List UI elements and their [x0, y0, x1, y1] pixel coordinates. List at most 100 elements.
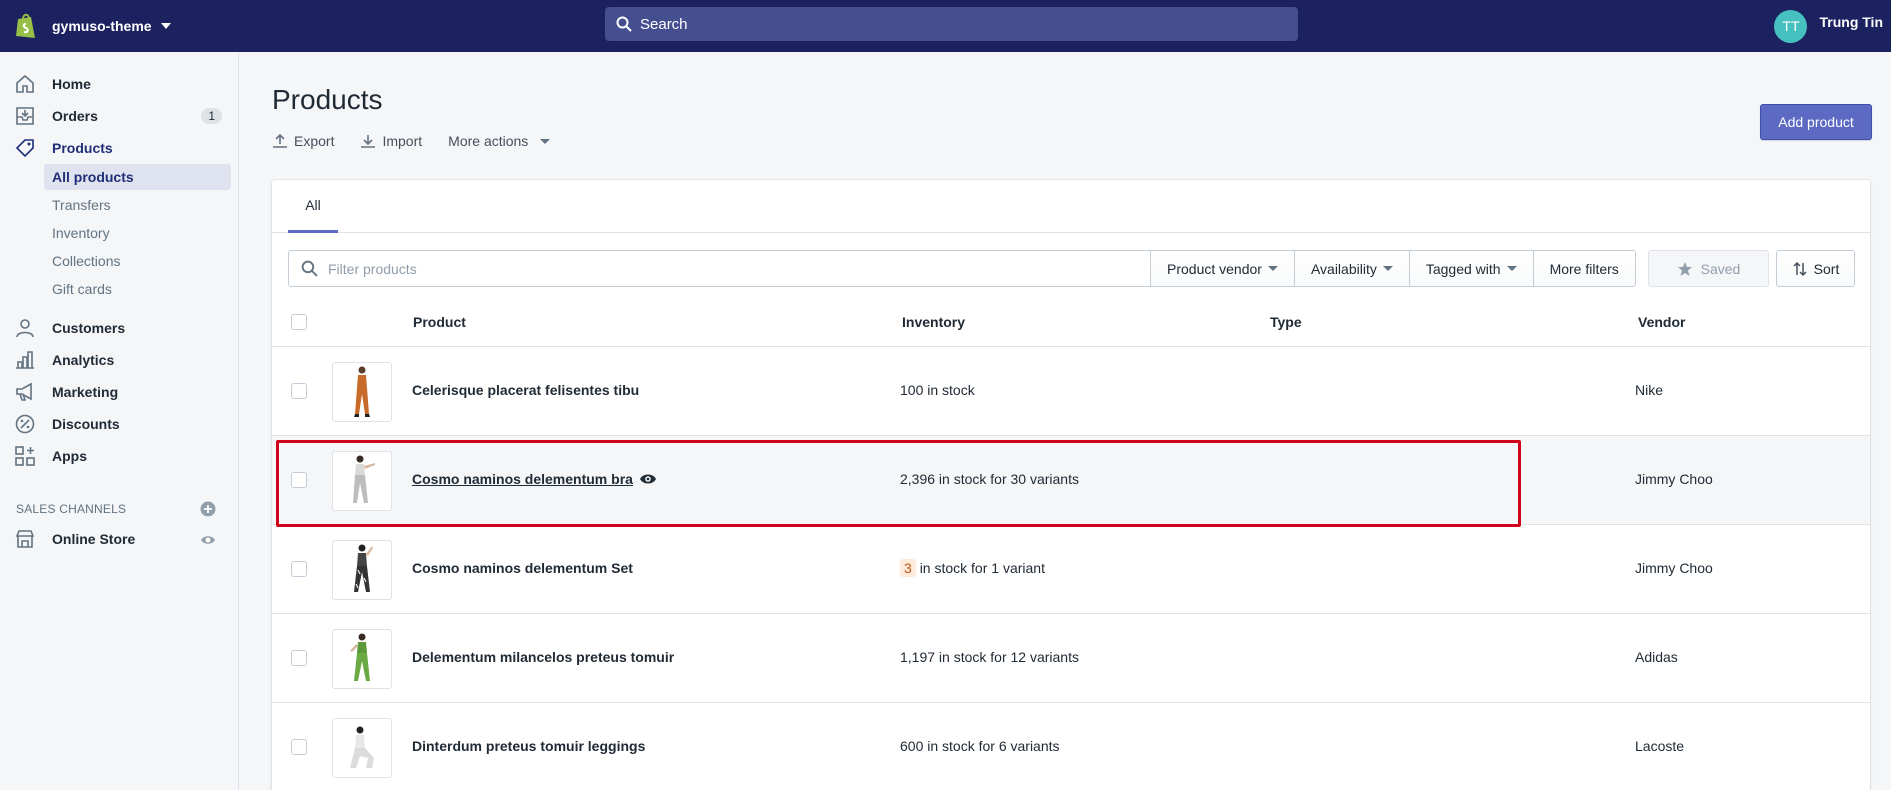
user-name: Trung Tin	[1819, 14, 1883, 30]
orders-icon	[16, 107, 34, 125]
sidebar-item-label: Home	[52, 76, 91, 92]
inventory-value: 100 in stock	[900, 382, 975, 398]
add-channel-icon[interactable]	[200, 501, 216, 517]
inventory-text: in stock for 1 variant	[919, 560, 1045, 576]
import-icon	[361, 135, 376, 148]
low-stock-badge: 3	[900, 559, 916, 577]
eye-icon[interactable]	[639, 472, 657, 486]
row-checkbox[interactable]	[291, 383, 307, 399]
tagged-with-filter[interactable]: Tagged with	[1409, 250, 1534, 287]
sidebar-item-label: Customers	[52, 320, 126, 336]
user-menu[interactable]: TT Trung Tin	[1774, 0, 1891, 52]
product-name[interactable]: Dinterdum preteus tomuir leggings	[412, 738, 645, 754]
more-filters-label: More filters	[1549, 260, 1619, 277]
chevron-down-icon	[540, 138, 551, 144]
column-header-type: Type	[1270, 314, 1302, 330]
sidebar-subitem-transfers[interactable]: Transfers	[44, 192, 231, 218]
row-checkbox[interactable]	[291, 650, 307, 666]
filter-bar: Filter products Product vendor Availabil…	[288, 250, 1636, 287]
more-actions-button[interactable]: More actions	[448, 133, 551, 149]
product-image	[354, 544, 373, 592]
sidebar-item-apps[interactable]: Apps	[0, 441, 239, 471]
chevron-down-icon	[1506, 266, 1517, 271]
megaphone-icon	[16, 382, 32, 401]
filter-products-input[interactable]: Filter products	[288, 250, 1151, 287]
sales-channels-title: SALES CHANNELS	[16, 502, 127, 516]
product-thumbnail[interactable]	[332, 362, 392, 422]
tab-all[interactable]: All	[288, 180, 338, 233]
top-bar: gymuso-theme Search TT Trung Tin	[0, 0, 1891, 52]
vendor-value: Adidas	[1635, 649, 1678, 665]
store-name: gymuso-theme	[52, 18, 152, 34]
eye-icon[interactable]	[200, 532, 216, 548]
sidebar-subitem-collections[interactable]: Collections	[44, 248, 231, 274]
sidebar-subitem-inventory[interactable]: Inventory	[44, 220, 231, 246]
product-name[interactable]: Celerisque placerat felisentes tibu	[412, 382, 639, 398]
vendor-value: Lacoste	[1635, 738, 1685, 754]
row-checkbox[interactable]	[291, 739, 307, 755]
import-label: Import	[382, 133, 423, 149]
product-thumbnail[interactable]	[332, 451, 392, 511]
store-icon	[15, 530, 35, 548]
inventory-value: 600 in stock for 6 variants	[900, 738, 1060, 754]
table-row[interactable]: Cosmo naminos delementum Set 3 in stock …	[272, 525, 1870, 614]
export-button[interactable]: Export	[272, 133, 334, 149]
product-vendor-filter[interactable]: Product vendor	[1151, 250, 1295, 287]
sidebar-item-discounts[interactable]: Discounts	[0, 409, 239, 439]
product-vendor-label: Product vendor	[1167, 260, 1262, 277]
filter-placeholder: Filter products	[328, 260, 417, 277]
export-label: Export	[294, 133, 335, 149]
star-icon	[1677, 261, 1692, 276]
availability-filter[interactable]: Availability	[1294, 250, 1410, 287]
vendor-value: Nike	[1635, 382, 1664, 398]
table-row[interactable]: Cosmo naminos delementum bra 2,396 in st…	[272, 436, 1870, 525]
product-name[interactable]: Delementum milancelos preteus tomuir	[412, 649, 674, 665]
sidebar-subitem-all-products[interactable]: All products	[44, 164, 231, 190]
product-name[interactable]: Cosmo naminos delementum Set	[412, 560, 633, 576]
avatar: TT	[1774, 9, 1808, 43]
more-filters-button[interactable]: More filters	[1533, 250, 1636, 287]
products-card: All Filter products Product vendor Avail…	[272, 180, 1870, 790]
product-thumbnail[interactable]	[332, 540, 392, 600]
bar-chart-icon	[16, 351, 34, 369]
select-all-checkbox[interactable]	[291, 314, 307, 330]
product-thumbnail[interactable]	[332, 629, 392, 689]
sidebar-item-label: Analytics	[52, 352, 115, 368]
page-actions: Export Import More actions	[272, 133, 551, 149]
sidebar-item-label: Apps	[52, 448, 87, 464]
sidebar-item-analytics[interactable]: Analytics	[0, 345, 239, 375]
product-name[interactable]: Cosmo naminos delementum bra	[412, 471, 633, 487]
orders-count-badge: 1	[201, 108, 222, 124]
sidebar-item-label: Orders	[52, 108, 98, 124]
sidebar-item-customers[interactable]: Customers	[0, 313, 239, 343]
availability-label: Availability	[1310, 260, 1377, 277]
import-button[interactable]: Import	[360, 133, 422, 149]
saved-button[interactable]: Saved	[1648, 250, 1769, 287]
table-row[interactable]: Dinterdum preteus tomuir leggings 600 in…	[272, 703, 1870, 790]
sidebar-subitem-gift-cards[interactable]: Gift cards	[44, 276, 231, 302]
search-placeholder: Search	[640, 15, 688, 33]
row-checkbox[interactable]	[291, 561, 307, 577]
saved-label: Saved	[1700, 260, 1741, 277]
store-switcher[interactable]: gymuso-theme	[14, 12, 604, 40]
add-product-button[interactable]: Add product	[1760, 104, 1872, 140]
table-row[interactable]: Delementum milancelos preteus tomuir 1,1…	[272, 614, 1870, 703]
search-input[interactable]: Search	[605, 7, 1298, 41]
sort-icon	[1793, 261, 1807, 276]
chevron-down-icon	[1267, 266, 1278, 271]
sidebar-item-marketing[interactable]: Marketing	[0, 377, 239, 407]
vendor-value: Jimmy Choo	[1635, 560, 1713, 576]
person-icon	[16, 319, 34, 338]
product-thumbnail[interactable]	[332, 718, 392, 778]
apps-icon	[15, 446, 35, 466]
column-header-product: Product	[413, 314, 466, 330]
export-icon	[273, 133, 287, 148]
sidebar-item-orders[interactable]: Orders 1	[0, 101, 239, 131]
sort-button[interactable]: Sort	[1776, 250, 1855, 287]
table-row[interactable]: Celerisque placerat felisentes tibu 100 …	[272, 347, 1870, 436]
sidebar-item-label: Products	[52, 140, 113, 156]
sidebar-item-products[interactable]: Products	[0, 133, 239, 163]
row-checkbox[interactable]	[291, 472, 307, 488]
product-image	[354, 366, 370, 417]
sidebar-item-home[interactable]: Home	[0, 69, 239, 99]
